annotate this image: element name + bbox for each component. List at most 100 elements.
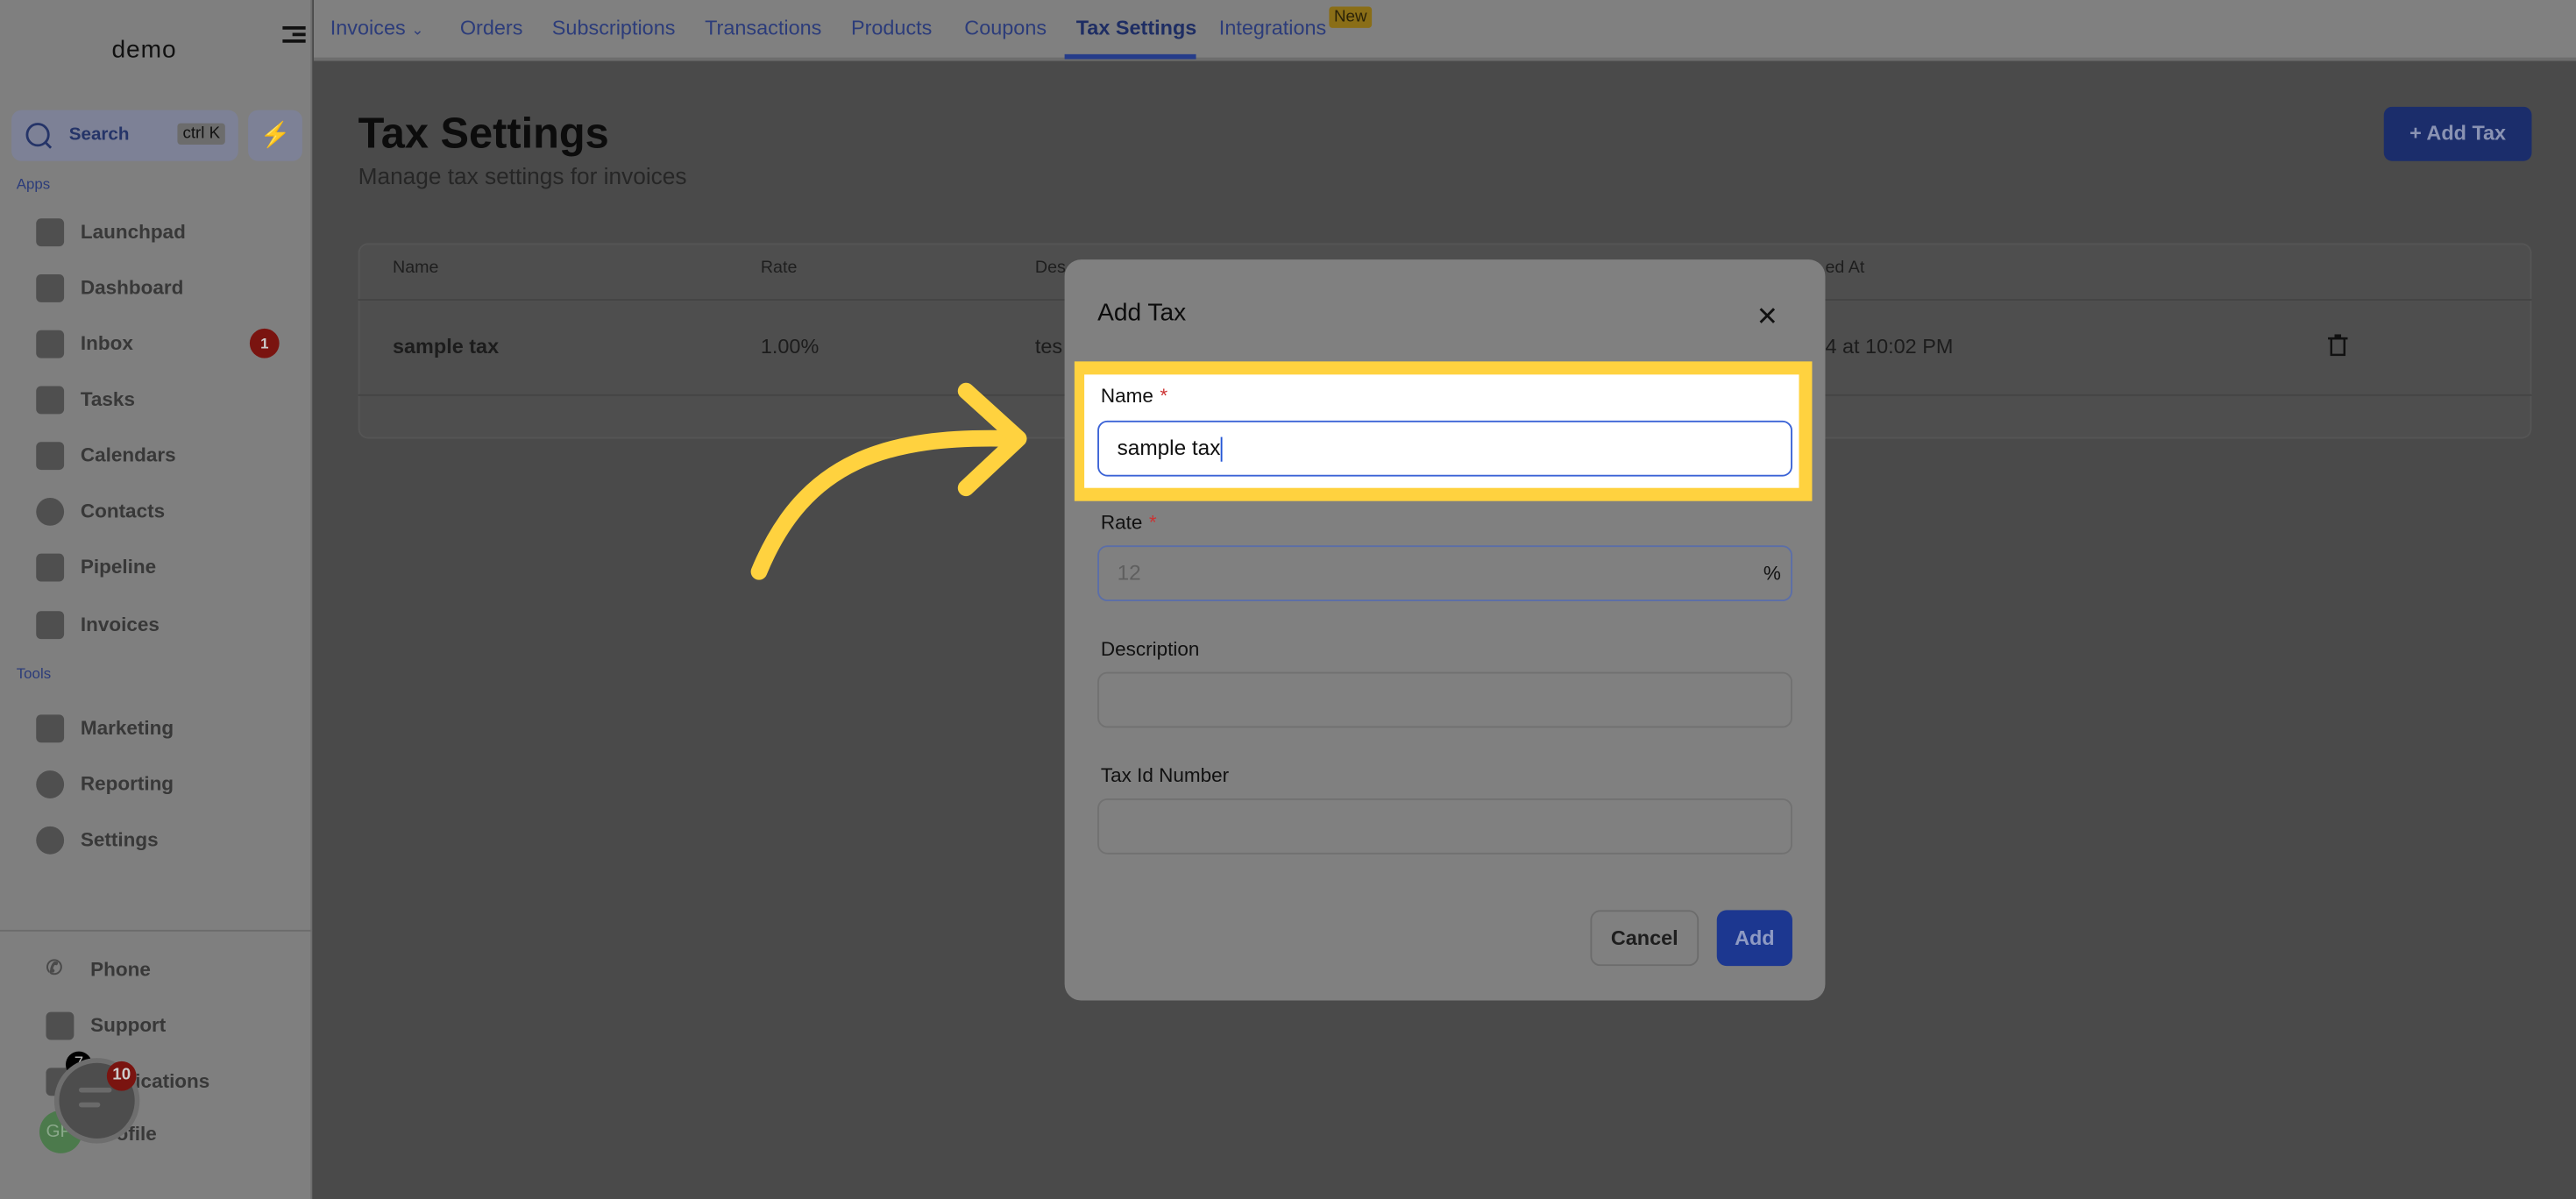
label: Phone bbox=[90, 957, 151, 982]
cell-name: sample tax bbox=[392, 335, 500, 358]
sidebar-item-launchpad[interactable]: Launchpad bbox=[36, 214, 299, 250]
search-button[interactable]: Search ctrl K bbox=[11, 110, 238, 161]
top-nav: Invoices ⌄ Orders Subscriptions Transact… bbox=[314, 0, 2576, 61]
search-shortcut: ctrl K bbox=[177, 123, 225, 145]
menu-toggle-icon[interactable] bbox=[282, 23, 306, 46]
divider bbox=[0, 929, 313, 932]
tools-section-label: Tools bbox=[16, 665, 52, 682]
sidebar-item-pipeline[interactable]: Pipeline bbox=[36, 549, 299, 585]
sidebar-item-inbox[interactable]: Inbox 1 bbox=[36, 325, 280, 361]
phone-icon: ✆ bbox=[46, 954, 63, 979]
close-icon[interactable]: ✕ bbox=[1756, 301, 1778, 333]
contacts-icon bbox=[36, 497, 65, 525]
placeholder: 12 bbox=[1117, 560, 1141, 585]
label: Settings bbox=[80, 827, 159, 851]
label: Contacts bbox=[80, 499, 166, 523]
rate-label: Rate * bbox=[1101, 511, 1157, 534]
column-header-rate: Rate bbox=[760, 258, 798, 278]
tab-orders[interactable]: Orders bbox=[460, 17, 523, 39]
label: Reporting bbox=[80, 771, 174, 796]
tab-integrations[interactable]: Integrations bbox=[1219, 17, 1326, 39]
chat-badge: 10 bbox=[106, 1061, 137, 1091]
required-asterisk: * bbox=[1148, 510, 1157, 535]
sidebar-item-settings[interactable]: Settings bbox=[36, 821, 299, 857]
chat-bubble-icon bbox=[46, 1011, 75, 1039]
tab-products[interactable]: Products bbox=[851, 17, 932, 39]
label: Launchpad bbox=[80, 220, 186, 244]
column-header-name: Name bbox=[392, 258, 439, 278]
description-label: Description bbox=[1100, 637, 1200, 661]
apps-section-label: Apps bbox=[16, 175, 51, 193]
name-label: Name * bbox=[1101, 385, 1167, 408]
cancel-button[interactable]: Cancel bbox=[1590, 910, 1700, 967]
cell-description: tes bbox=[1034, 335, 1063, 358]
annotation-arrow-icon bbox=[750, 382, 1027, 580]
label: Tasks bbox=[80, 387, 135, 411]
chat-lines-icon bbox=[78, 1102, 101, 1108]
tab-subscriptions[interactable]: Subscriptions bbox=[552, 17, 676, 39]
label: Rate bbox=[1100, 510, 1143, 535]
page-subtitle: Manage tax settings for invoices bbox=[358, 162, 687, 189]
tax-id-label: Tax Id Number bbox=[1100, 763, 1230, 787]
sidebar-item-phone[interactable]: ✆ Phone bbox=[46, 951, 309, 987]
text-caret bbox=[1220, 436, 1223, 462]
tasks-icon bbox=[36, 385, 65, 414]
rate-input[interactable]: 12% bbox=[1097, 545, 1792, 602]
sidebar: demo Search ctrl K ⚡ Apps Launchpad Dash… bbox=[0, 0, 313, 1199]
label: Pipeline bbox=[80, 555, 157, 578]
chat-lines-icon bbox=[78, 1087, 112, 1093]
sidebar-item-contacts[interactable]: Contacts bbox=[36, 493, 299, 529]
tab-coupons[interactable]: Coupons bbox=[964, 17, 1047, 39]
rocket-icon bbox=[36, 217, 65, 246]
tab-invoices[interactable]: Invoices ⌄ bbox=[330, 17, 424, 39]
chevron-down-icon: ⌄ bbox=[411, 21, 424, 39]
inbox-badge: 1 bbox=[249, 328, 280, 358]
tab-transactions[interactable]: Transactions bbox=[705, 17, 821, 39]
tab-tax-settings[interactable]: Tax Settings bbox=[1076, 17, 1197, 39]
label: Calendars bbox=[80, 443, 176, 467]
page-title: Tax Settings bbox=[358, 108, 609, 158]
active-tab-indicator bbox=[1064, 53, 1196, 60]
megaphone-icon bbox=[36, 713, 65, 742]
gear-icon bbox=[36, 825, 65, 854]
sidebar-item-marketing[interactable]: Marketing bbox=[36, 710, 299, 746]
name-input[interactable]: sample tax bbox=[1097, 420, 1792, 477]
label: Dashboard bbox=[80, 275, 184, 300]
label: Support bbox=[90, 1013, 167, 1037]
sidebar-item-dashboard[interactable]: Dashboard bbox=[36, 269, 299, 305]
label: Name bbox=[1100, 384, 1153, 408]
sidebar-item-profile[interactable]: Profile bbox=[96, 1116, 358, 1152]
column-header-created-at: ed At bbox=[1825, 258, 1865, 278]
percent-suffix: % bbox=[1763, 562, 1781, 585]
pie-chart-icon bbox=[36, 770, 65, 798]
logo: demo bbox=[111, 36, 177, 65]
value: sample tax bbox=[1117, 435, 1221, 460]
new-badge: New bbox=[1329, 6, 1373, 28]
label: Invoices bbox=[330, 16, 406, 39]
search-icon bbox=[25, 123, 53, 149]
invoice-icon bbox=[36, 610, 65, 639]
column-header-description: Des bbox=[1034, 258, 1066, 278]
required-asterisk: * bbox=[1160, 384, 1168, 408]
sidebar-item-invoices[interactable]: Invoices bbox=[36, 607, 299, 642]
inbox-icon bbox=[36, 329, 65, 358]
add-button[interactable]: Add bbox=[1716, 910, 1792, 967]
sidebar-item-reporting[interactable]: Reporting bbox=[36, 765, 299, 801]
add-tax-button[interactable]: + Add Tax bbox=[2383, 106, 2532, 161]
dashboard-icon bbox=[36, 273, 65, 302]
funnel-icon bbox=[36, 552, 65, 581]
modal-title: Add Tax bbox=[1097, 299, 1187, 328]
quick-action-bolt-icon[interactable]: ⚡ bbox=[248, 110, 302, 161]
tax-id-input[interactable] bbox=[1097, 798, 1792, 855]
sidebar-item-support[interactable]: Support bbox=[46, 1007, 309, 1043]
sidebar-item-calendars[interactable]: Calendars bbox=[36, 437, 299, 473]
calendar-icon bbox=[36, 441, 65, 470]
search-label: Search bbox=[68, 124, 130, 145]
description-input[interactable] bbox=[1097, 671, 1792, 728]
label: Marketing bbox=[80, 716, 174, 740]
sidebar-item-tasks[interactable]: Tasks bbox=[36, 381, 299, 417]
trash-icon[interactable] bbox=[2328, 334, 2348, 357]
label: Inbox bbox=[80, 331, 133, 355]
label: Invoices bbox=[80, 613, 160, 636]
cell-rate: 1.00% bbox=[760, 335, 820, 358]
